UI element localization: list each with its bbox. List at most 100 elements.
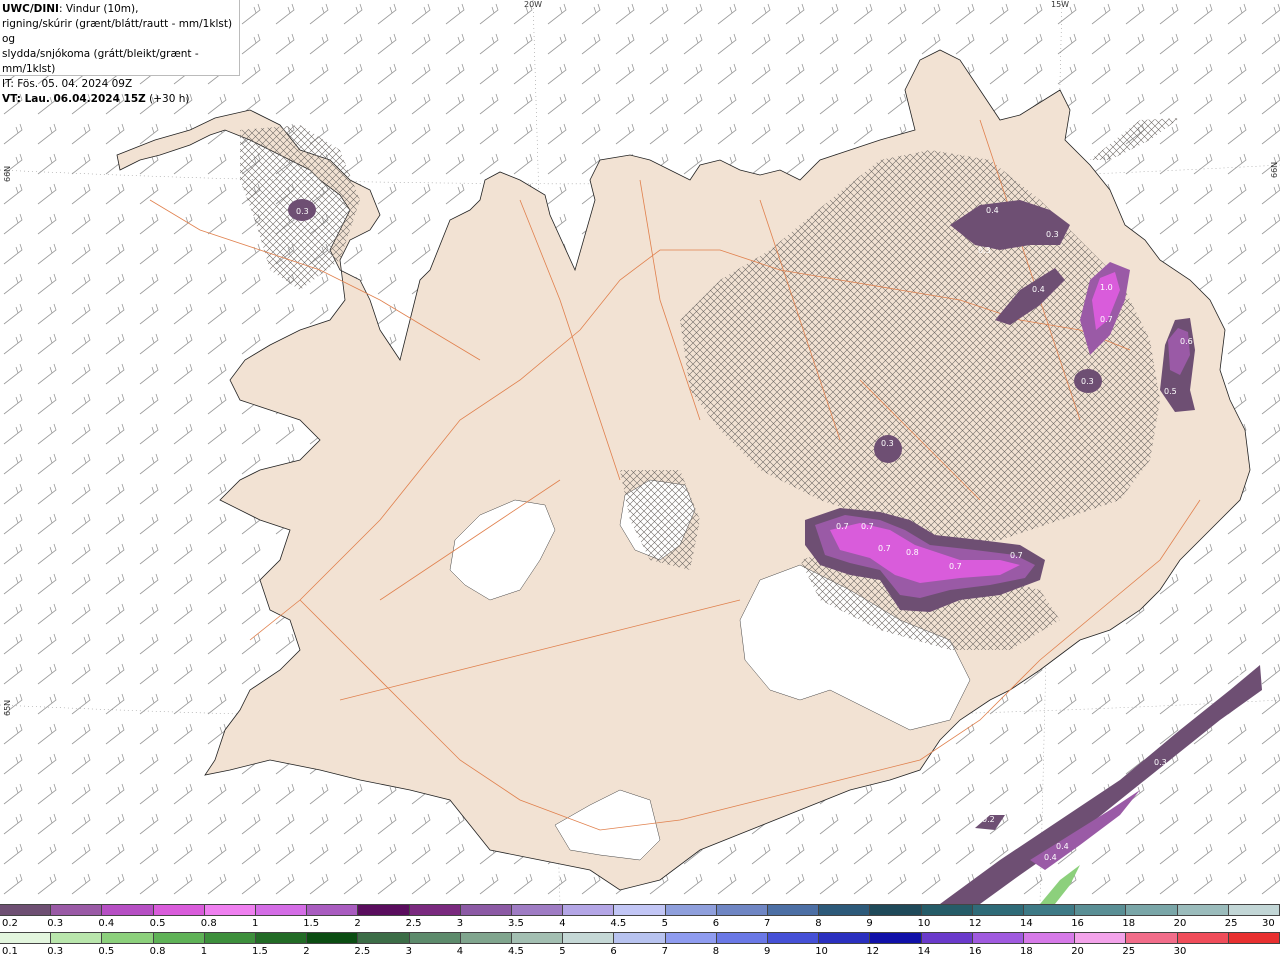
color-swatch xyxy=(1126,905,1178,915)
color-swatch xyxy=(358,905,410,915)
color-swatch xyxy=(716,933,769,943)
scale-label: 1.5 xyxy=(303,918,320,929)
color-swatch xyxy=(256,933,308,943)
color-swatch xyxy=(51,905,103,915)
color-swatch xyxy=(153,933,205,943)
color-swatch xyxy=(614,933,666,943)
scale-label: 0.3 xyxy=(47,946,64,957)
map-label: 0.4 xyxy=(1056,842,1069,851)
color-swatch xyxy=(307,933,359,943)
scale-label: 1 xyxy=(252,918,259,929)
map-label: 0.5 xyxy=(1164,387,1177,396)
desc-line-2: rigning/skúrir (grænt/blátt/rautt - mm/1… xyxy=(2,18,233,45)
color-swatch xyxy=(1177,905,1229,915)
model-name: UWC/DINI xyxy=(2,3,59,15)
color-swatch xyxy=(870,933,922,943)
lat-label-66n-left: 66N xyxy=(3,165,12,182)
map-label: 0.4 xyxy=(1032,285,1045,294)
map-label: 0.3 xyxy=(1154,758,1167,767)
scale-label: 0.5 xyxy=(149,918,166,929)
scale-label: 0.1 xyxy=(2,946,18,957)
scale-label: 4.5 xyxy=(610,918,627,929)
scale-label: 18 xyxy=(1020,946,1033,957)
scale-label: 3 xyxy=(405,946,412,957)
map-label: 0.3 xyxy=(881,439,894,448)
map-label: 0.7 xyxy=(1010,551,1023,560)
rain-color-scale xyxy=(0,932,1280,944)
map-label: 0.3 xyxy=(1046,230,1059,239)
color-swatch xyxy=(204,905,257,915)
scale-label: 3 xyxy=(456,918,464,929)
scale-label: 2.5 xyxy=(405,918,422,929)
color-swatch xyxy=(921,933,973,943)
scale-label: 7 xyxy=(661,946,668,957)
scale-label: 20 xyxy=(1071,946,1084,957)
color-swatch xyxy=(358,933,410,943)
rain-scale-labels: 0.1 0.3 0.5 0.8 1 1.5 2 2.5 3 4 4.5 5 6 7 8 9 10 12 14 16 18… xyxy=(0,946,1280,958)
scale-label: 8 xyxy=(712,946,720,957)
lon-label-15w: 15W xyxy=(1051,0,1070,9)
lon-label-20w: 20W xyxy=(524,0,543,9)
scale-label: 2 xyxy=(354,918,361,929)
valid-time-offset: (+30 h) xyxy=(145,93,190,105)
scale-label: 25 xyxy=(1122,946,1136,957)
color-swatch xyxy=(1177,933,1229,943)
color-swatch xyxy=(768,905,820,915)
init-time: IT: Fös. 05. 04. 2024 09Z xyxy=(2,78,133,90)
color-swatch xyxy=(1075,905,1127,915)
color-swatch xyxy=(870,905,922,915)
map-label: 1.0 xyxy=(1100,283,1113,292)
color-swatch xyxy=(409,905,461,915)
scale-label: 5 xyxy=(559,946,566,957)
map-label: 0.8 xyxy=(906,548,919,557)
scale-label: 3.5 xyxy=(508,918,524,929)
scale-label: 4.5 xyxy=(508,946,524,957)
weather-map: 0.3 0.4 0.3 0.3 0.4 1.0 0.7 0.6 0.3 0.5 … xyxy=(0,0,1280,904)
scale-label: 5 xyxy=(661,918,668,929)
map-label: 0.7 xyxy=(878,544,891,553)
color-swatch xyxy=(1126,933,1178,943)
map-label: 0.3 xyxy=(1081,377,1094,386)
scale-label: 30 xyxy=(1173,946,1187,957)
color-swatch xyxy=(102,905,154,915)
snow-scale-labels: 0.2 0.3 0.4 0.5 0.8 1 1.5 2 2.5 3 3.5 4 4.5 5 6 7 8 9 10 12… xyxy=(0,918,1280,930)
color-swatch xyxy=(716,905,769,915)
color-swatch xyxy=(665,933,717,943)
map-info-box: UWC/DINI: Vindur (10m), rigning/skúrir (… xyxy=(0,0,240,105)
scale-label: 0.8 xyxy=(149,946,166,957)
scale-label: 4 xyxy=(456,946,464,957)
scale-label: 25 xyxy=(1224,918,1238,929)
scale-label: 14 xyxy=(1020,918,1033,929)
map-label: 0.4 xyxy=(986,206,999,215)
map-label: 0.6 xyxy=(1180,337,1193,346)
scale-label: 0.3 xyxy=(47,918,64,929)
scale-label: 30 xyxy=(1262,918,1275,929)
color-swatch xyxy=(153,905,205,915)
scale-label: 10 xyxy=(917,918,931,929)
scale-label: 4 xyxy=(559,918,566,929)
color-swatch xyxy=(768,933,820,943)
color-swatch xyxy=(0,905,52,915)
scale-label: 18 xyxy=(1122,918,1136,929)
map-label: 0.7 xyxy=(949,562,962,571)
color-swatch xyxy=(1228,933,1280,943)
scale-label: 0.8 xyxy=(200,918,217,929)
color-swatch xyxy=(204,933,257,943)
scale-label: 12 xyxy=(866,946,880,957)
map-label: 0.7 xyxy=(1100,315,1113,324)
scale-label: 16 xyxy=(1071,918,1084,929)
map-label: 0.2 xyxy=(982,815,995,824)
map-label: 0.7 xyxy=(861,522,874,531)
scale-label: 2 xyxy=(303,946,310,957)
color-swatch xyxy=(614,905,666,915)
color-swatch xyxy=(102,933,154,943)
map-label: 0.7 xyxy=(836,522,849,531)
color-swatch xyxy=(0,933,52,943)
color-swatch xyxy=(819,933,871,943)
desc-line-1: : Vindur (10m), xyxy=(58,3,139,15)
scale-label: 0.2 xyxy=(2,918,18,929)
color-swatch xyxy=(665,905,717,915)
scale-label: 9 xyxy=(866,918,873,929)
color-swatch xyxy=(1024,905,1076,915)
desc-line-3: slydda/snjókoma (grátt/bleikt/grænt - mm… xyxy=(2,48,199,75)
